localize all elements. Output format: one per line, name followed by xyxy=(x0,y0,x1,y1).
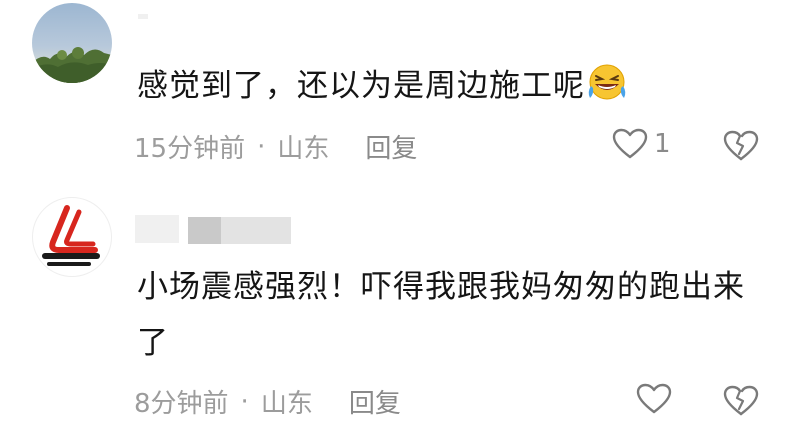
comment-location: 山东 xyxy=(260,389,313,419)
comment-location: 山东 xyxy=(277,134,330,164)
username-redacted xyxy=(221,217,291,244)
reply-button[interactable]: 回复 xyxy=(349,383,401,420)
comment-time: 15分钟前 xyxy=(134,134,246,164)
user-avatar[interactable] xyxy=(32,3,112,83)
dislike-button[interactable] xyxy=(723,385,759,421)
username-redacted xyxy=(188,217,221,244)
like-button[interactable]: 1 xyxy=(612,128,671,160)
logo-avatar-icon xyxy=(42,205,100,266)
user-avatar[interactable] xyxy=(32,197,112,277)
dislike-button[interactable] xyxy=(723,130,759,166)
rolling-on-floor-laughing-emoji xyxy=(585,62,629,120)
comment-time: 8分钟前 xyxy=(134,389,229,419)
meta-separator: · xyxy=(257,131,266,162)
broken-heart-icon xyxy=(723,385,759,416)
reply-button[interactable]: 回复 xyxy=(365,128,417,165)
comment-text: 感觉到了，还以为是周边施工呢 xyxy=(137,58,629,120)
landscape-avatar-icon xyxy=(32,47,112,83)
comment-meta: 15分钟前 · 山东 回复 xyxy=(134,128,417,165)
username-redacted xyxy=(135,215,179,243)
username-redacted xyxy=(138,14,148,19)
comment-text: 小场震感强烈！吓得我跟我妈匆匆的跑出来了 xyxy=(137,269,745,361)
broken-heart-icon xyxy=(723,130,759,161)
like-button[interactable] xyxy=(636,383,672,415)
heart-outline-icon xyxy=(612,128,648,159)
meta-separator: · xyxy=(240,386,249,417)
comment-item: 小场震感强烈！吓得我跟我妈匆匆的跑出来了 8分钟前 · 山东 回复 xyxy=(0,195,790,425)
heart-outline-icon xyxy=(636,383,672,414)
like-count: 1 xyxy=(654,129,671,159)
comment-item: 感觉到了，还以为是周边施工呢 15分钟前 · 山东 回复 1 xyxy=(0,0,790,185)
comment-meta: 8分钟前 · 山东 回复 xyxy=(134,383,401,420)
